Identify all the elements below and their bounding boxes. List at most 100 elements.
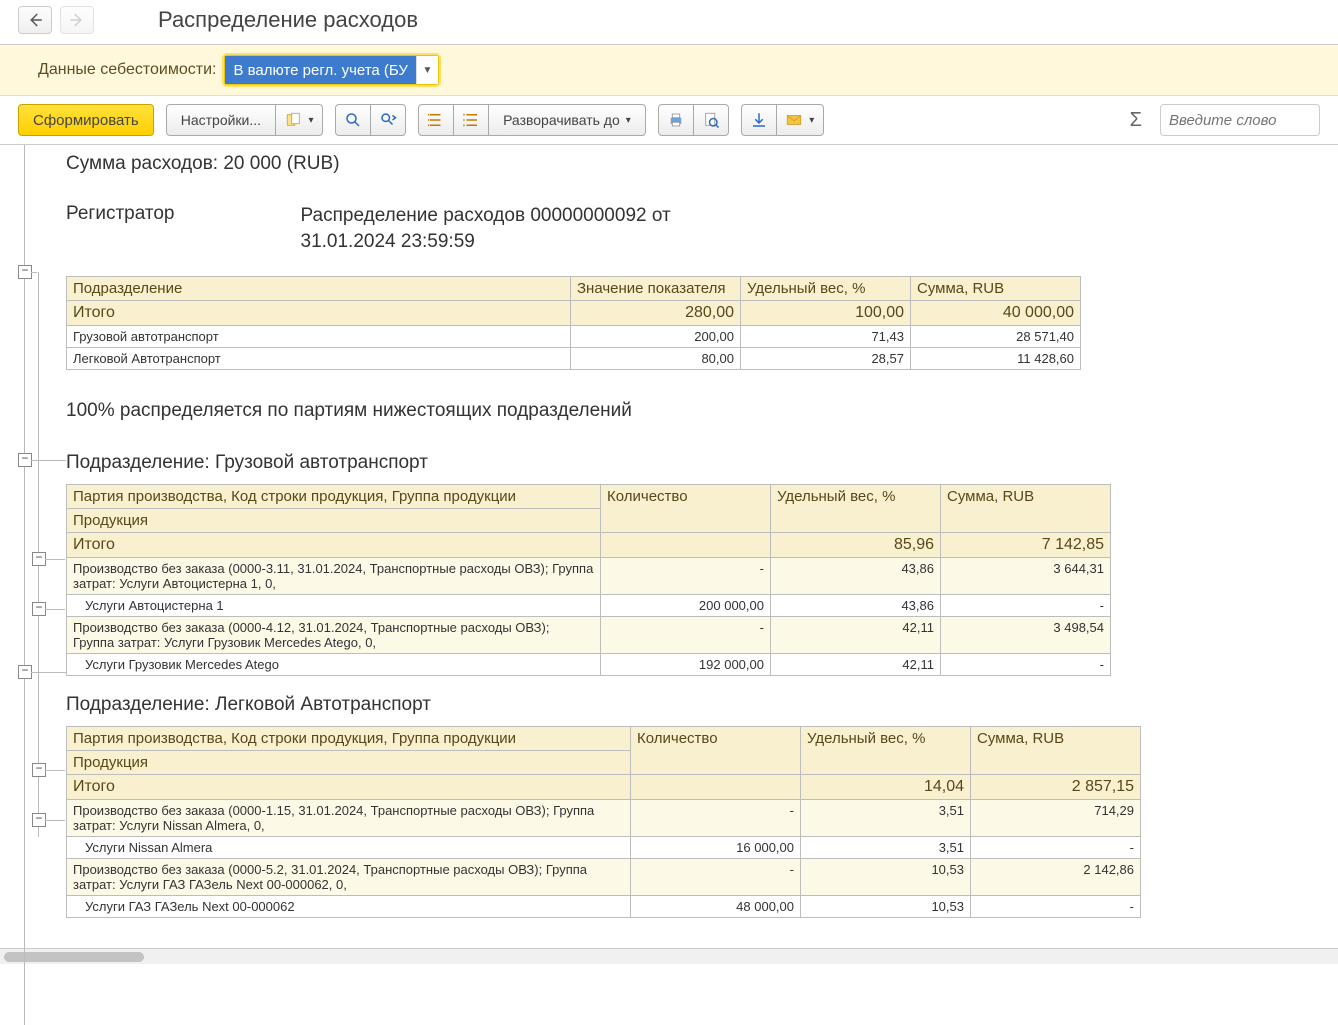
td: 43,86 (771, 558, 941, 595)
th: Количество (601, 485, 771, 533)
td: 192 000,00 (601, 654, 771, 676)
td: - (601, 617, 771, 654)
td: 42,11 (771, 654, 941, 676)
th: Сумма, RUB (911, 277, 1081, 301)
tree-toggle[interactable] (18, 453, 32, 467)
td: 16 000,00 (631, 837, 801, 859)
nav-header: Распределение расходов (0, 0, 1338, 45)
td: 40 000,00 (911, 301, 1081, 326)
send-button[interactable] (776, 104, 824, 136)
collapse-groups-button[interactable] (418, 104, 454, 136)
td: 43,86 (771, 595, 941, 617)
section-title: Подразделение: Легковой Автотранспорт (66, 694, 1338, 716)
td: 3 498,54 (941, 617, 1111, 654)
td (601, 533, 771, 558)
td: Итого (67, 775, 631, 800)
td: Услуги Автоцистерна 1 (67, 595, 601, 617)
td: 85,96 (771, 533, 941, 558)
find-button[interactable] (335, 104, 371, 136)
td: Услуги ГАЗ ГАЗель Next 00-000062 (67, 896, 631, 918)
report-body[interactable]: Сумма расходов: 20 000 (RUB) Регистратор… (66, 145, 1338, 948)
tree-toggle[interactable] (32, 602, 46, 616)
td: 3 644,31 (941, 558, 1111, 595)
td (631, 775, 801, 800)
section-table: Партия производства, Код строки продукци… (66, 726, 1141, 918)
save-button[interactable] (741, 104, 777, 136)
td: Производство без заказа (0000-4.12, 31.0… (67, 617, 601, 654)
td: 48 000,00 (631, 896, 801, 918)
th: Удельный вес, % (741, 277, 911, 301)
th: Подразделение (67, 277, 571, 301)
section-title: Подразделение: Грузовой автотранспорт (66, 452, 1338, 474)
th: Количество (631, 727, 801, 775)
sigma-icon: Σ (1124, 109, 1148, 132)
quick-search-input[interactable] (1160, 104, 1320, 136)
td: 7 142,85 (941, 533, 1111, 558)
td: Грузовой автотранспорт (67, 326, 571, 348)
page-title: Распределение расходов (158, 7, 418, 33)
td: - (941, 595, 1111, 617)
tree-toggle[interactable] (18, 265, 32, 279)
horizontal-scrollbar[interactable] (0, 948, 1338, 964)
td: 3,51 (801, 800, 971, 837)
param-label: Данные себестоимости: (38, 61, 216, 79)
td: 71,43 (741, 326, 911, 348)
registrar-label: Регистратор (66, 203, 175, 254)
settings-button[interactable]: Настройки... (166, 104, 276, 136)
td: - (601, 558, 771, 595)
td: Производство без заказа (0000-1.15, 31.0… (67, 800, 631, 837)
td: 200,00 (571, 326, 741, 348)
td: Услуги Nissan Almera (67, 837, 631, 859)
td: 200 000,00 (601, 595, 771, 617)
chevron-down-icon: ▼ (416, 56, 438, 84)
find-next-button[interactable] (370, 104, 406, 136)
th: Сумма, RUB (971, 727, 1141, 775)
th: Продукция (67, 509, 601, 533)
registrar-value: Распределение расходов 00000000092 от 31… (301, 203, 761, 254)
distribution-note: 100% распределяется по партиям нижестоящ… (66, 400, 1338, 422)
param-bar: Данные себестоимости: В валюте регл. уче… (0, 45, 1338, 96)
th: Партия производства, Код строки продукци… (67, 485, 601, 509)
toolbar: Сформировать Настройки... Разворачивать … (0, 96, 1338, 145)
expand-groups-button[interactable] (453, 104, 489, 136)
costdata-dropdown[interactable]: В валюте регл. учета (БУ ▼ (224, 55, 439, 85)
forward-button[interactable] (60, 6, 94, 34)
td: Услуги Грузовик Mercedes Atego (67, 654, 601, 676)
td: 3,51 (801, 837, 971, 859)
td: 714,29 (971, 800, 1141, 837)
td: 14,04 (801, 775, 971, 800)
td: 280,00 (571, 301, 741, 326)
td: 42,11 (771, 617, 941, 654)
tree-toggle[interactable] (32, 552, 46, 566)
section-table: Партия производства, Код строки продукци… (66, 484, 1111, 676)
tree-toggle[interactable] (18, 665, 32, 679)
th: Продукция (67, 751, 631, 775)
tree-toggle[interactable] (32, 763, 46, 777)
expand-to-button[interactable]: Разворачивать до (488, 104, 646, 136)
registrar-block: Регистратор Распределение расходов 00000… (66, 203, 1338, 254)
td: 2 142,86 (971, 859, 1141, 896)
td: 11 428,60 (911, 348, 1081, 370)
th: Партия производства, Код строки продукци… (67, 727, 631, 751)
td: Легковой Автотранспорт (67, 348, 571, 370)
tree-toggle[interactable] (32, 813, 46, 827)
td: 80,00 (571, 348, 741, 370)
back-button[interactable] (18, 6, 52, 34)
td: Итого (67, 301, 571, 326)
td: Производство без заказа (0000-5.2, 31.01… (67, 859, 631, 896)
tree-gutter (18, 145, 66, 948)
dropdown-selected: В валюте регл. учета (БУ (225, 56, 416, 84)
generate-button[interactable]: Сформировать (18, 104, 154, 136)
scrollbar-thumb[interactable] (4, 952, 144, 962)
th: Удельный вес, % (771, 485, 941, 533)
print-button[interactable] (658, 104, 694, 136)
td: - (631, 800, 801, 837)
summary-table: Подразделение Значение показателя Удельн… (66, 276, 1081, 370)
th: Удельный вес, % (801, 727, 971, 775)
td: - (971, 837, 1141, 859)
td: - (941, 654, 1111, 676)
td: Производство без заказа (0000-3.11, 31.0… (67, 558, 601, 595)
td: - (971, 896, 1141, 918)
report-variants-button[interactable] (275, 104, 323, 136)
print-preview-button[interactable] (693, 104, 729, 136)
